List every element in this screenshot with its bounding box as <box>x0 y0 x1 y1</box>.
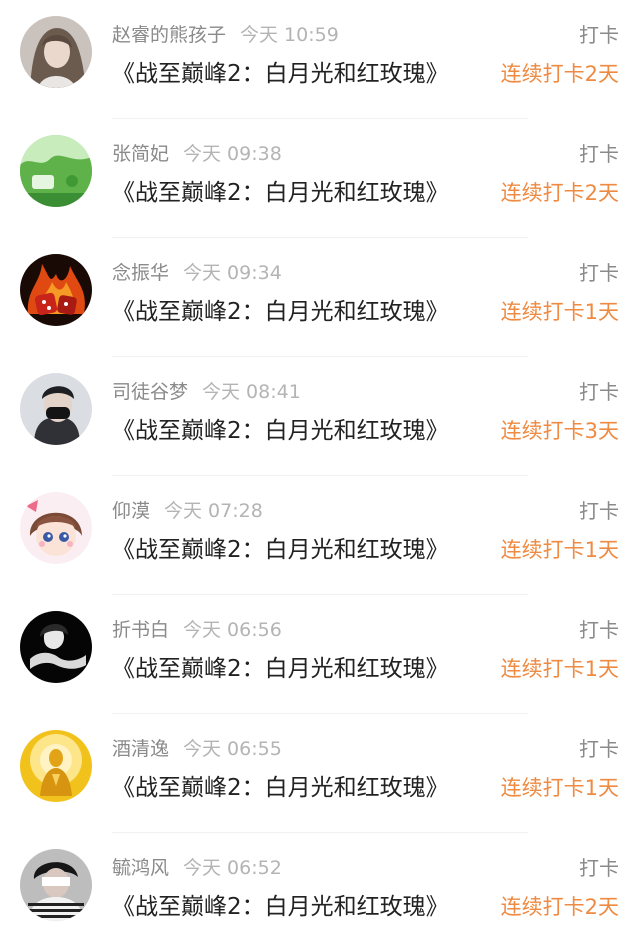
book-title[interactable]: 《战至巅峰2：白月光和红玫瑰》 <box>112 892 449 922</box>
checkin-label: 打卡 <box>579 380 619 404</box>
book-title[interactable]: 《战至巅峰2：白月光和红玫瑰》 <box>112 297 449 327</box>
book-title[interactable]: 《战至巅峰2：白月光和红玫瑰》 <box>112 416 449 446</box>
garden-avatar-icon <box>20 135 92 207</box>
striped-shirt-avatar-icon <box>20 849 92 921</box>
checkin-label: 打卡 <box>579 856 619 880</box>
checkin-label: 打卡 <box>579 142 619 166</box>
user-name[interactable]: 念振华 <box>112 262 169 284</box>
user-name[interactable]: 张简妃 <box>112 143 169 165</box>
list-item[interactable]: 酒清逸 今天 06:55 《战至巅峰2：白月光和红玫瑰》 打卡 连续打卡1天 <box>0 714 640 833</box>
streak-badge: 连续打卡1天 <box>500 300 619 324</box>
book-title[interactable]: 《战至巅峰2：白月光和红玫瑰》 <box>112 773 449 803</box>
anime-girl-avatar-icon <box>20 492 92 564</box>
list-item[interactable]: 赵睿的熊孩子 今天 10:59 《战至巅峰2：白月光和红玫瑰》 打卡 连续打卡2天 <box>0 0 640 119</box>
silhouette-avatar-icon <box>20 611 92 683</box>
avatar[interactable] <box>20 492 92 564</box>
streak-badge: 连续打卡1天 <box>500 538 619 562</box>
streak-badge: 连续打卡2天 <box>500 62 619 86</box>
timestamp: 今天 06:52 <box>183 857 282 879</box>
avatar[interactable] <box>20 16 92 88</box>
checkin-label: 打卡 <box>579 499 619 523</box>
book-title[interactable]: 《战至巅峰2：白月光和红玫瑰》 <box>112 59 449 89</box>
checkin-label: 打卡 <box>579 261 619 285</box>
streak-badge: 连续打卡1天 <box>500 657 619 681</box>
list-item[interactable]: 张简妃 今天 09:38 《战至巅峰2：白月光和红玫瑰》 打卡 连续打卡2天 <box>0 119 640 238</box>
user-name[interactable]: 酒清逸 <box>112 738 169 760</box>
timestamp: 今天 10:59 <box>240 24 339 46</box>
book-title[interactable]: 《战至巅峰2：白月光和红玫瑰》 <box>112 535 449 565</box>
avatar[interactable] <box>20 730 92 802</box>
streak-badge: 连续打卡2天 <box>500 895 619 919</box>
list-item[interactable]: 仰漠 今天 07:28 《战至巅峰2：白月光和红玫瑰》 打卡 连续打卡1天 <box>0 476 640 595</box>
timestamp: 今天 09:38 <box>183 143 282 165</box>
timestamp: 今天 06:56 <box>183 619 282 641</box>
streak-badge: 连续打卡2天 <box>500 181 619 205</box>
golden-buddha-avatar-icon <box>20 730 92 802</box>
masked-person-avatar-icon <box>20 373 92 445</box>
timestamp: 今天 08:41 <box>202 381 301 403</box>
list-item[interactable]: 司徒谷梦 今天 08:41 《战至巅峰2：白月光和红玫瑰》 打卡 连续打卡3天 <box>0 357 640 476</box>
user-avatar-icon <box>20 16 92 88</box>
avatar[interactable] <box>20 373 92 445</box>
user-name[interactable]: 毓鸿风 <box>112 857 169 879</box>
avatar[interactable] <box>20 254 92 326</box>
avatar[interactable] <box>20 849 92 921</box>
user-name[interactable]: 仰漠 <box>112 500 150 522</box>
timestamp: 今天 06:55 <box>183 738 282 760</box>
book-title[interactable]: 《战至巅峰2：白月光和红玫瑰》 <box>112 178 449 208</box>
list-item[interactable]: 毓鸿风 今天 06:52 《战至巅峰2：白月光和红玫瑰》 打卡 连续打卡2天 <box>0 833 640 952</box>
list-item[interactable]: 折书白 今天 06:56 《战至巅峰2：白月光和红玫瑰》 打卡 连续打卡1天 <box>0 595 640 714</box>
avatar[interactable] <box>20 611 92 683</box>
checkin-label: 打卡 <box>579 618 619 642</box>
avatar[interactable] <box>20 135 92 207</box>
checkin-label: 打卡 <box>579 23 619 47</box>
list-item[interactable]: 念振华 今天 09:34 《战至巅峰2：白月光和红玫瑰》 打卡 连续打卡1天 <box>0 238 640 357</box>
user-name[interactable]: 司徒谷梦 <box>112 381 188 403</box>
checkin-label: 打卡 <box>579 737 619 761</box>
timestamp: 今天 09:34 <box>183 262 282 284</box>
fire-dice-avatar-icon <box>20 254 92 326</box>
user-name[interactable]: 赵睿的熊孩子 <box>112 24 226 46</box>
timestamp: 今天 07:28 <box>164 500 263 522</box>
checkin-list: 赵睿的熊孩子 今天 10:59 《战至巅峰2：白月光和红玫瑰》 打卡 连续打卡2天… <box>0 0 640 950</box>
book-title[interactable]: 《战至巅峰2：白月光和红玫瑰》 <box>112 654 449 684</box>
user-name[interactable]: 折书白 <box>112 619 169 641</box>
streak-badge: 连续打卡3天 <box>500 419 619 443</box>
streak-badge: 连续打卡1天 <box>500 776 619 800</box>
